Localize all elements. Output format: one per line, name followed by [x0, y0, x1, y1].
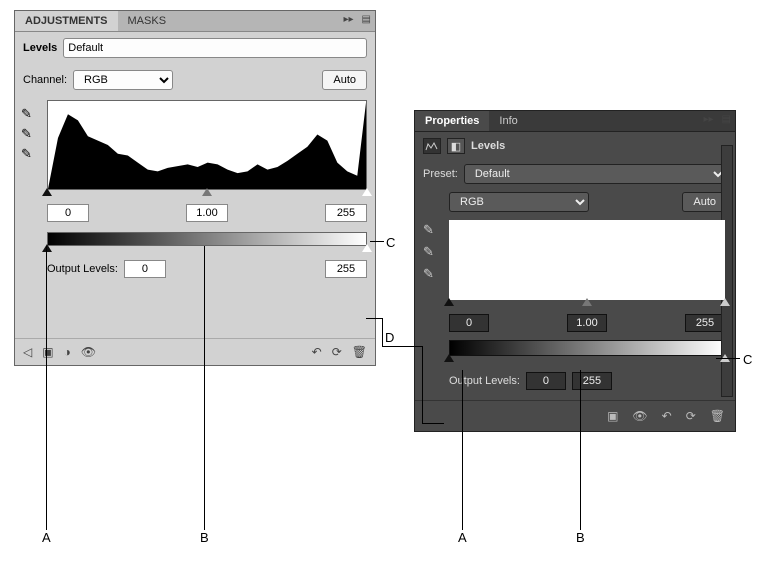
tab-info[interactable]: Info — [489, 111, 527, 131]
annotation-D: D — [385, 330, 394, 345]
annotation-A-b: A — [458, 530, 467, 545]
levels-title: Levels — [23, 42, 57, 54]
input-slider-track[interactable] — [47, 190, 367, 200]
previous-state-icon[interactable]: ↶ — [312, 345, 322, 359]
tab-adjustments[interactable]: ADJUSTMENTS — [15, 11, 118, 31]
preset-select[interactable]: Default — [464, 164, 727, 184]
channel-label: Channel: — [23, 74, 67, 86]
panel-a-footer: ◁ ▣ ◑ 👁 ↶ ⟳ 🗑 — [15, 338, 375, 365]
reset-icon[interactable]: ⟳ — [332, 345, 342, 359]
black-eyedropper-icon[interactable]: ✎ — [21, 106, 32, 122]
adjustments-panel: ADJUSTMENTS MASKS ▸▸ ▤ Levels Default Ch… — [14, 10, 376, 366]
annotation-C-b: C — [743, 352, 752, 367]
visibility-icon[interactable]: 👁 — [632, 409, 647, 423]
reset-icon[interactable]: ⟳ — [686, 409, 696, 423]
preset-select[interactable]: Default — [63, 38, 367, 58]
output-slider-track[interactable] — [47, 246, 367, 256]
channel-select[interactable]: RGB — [449, 192, 589, 212]
eyedropper-column: ✎ ✎ ✎ — [21, 106, 32, 162]
gray-eyedropper-icon[interactable]: ✎ — [423, 244, 434, 260]
output-slider-track[interactable] — [449, 356, 725, 366]
output-black-slider[interactable] — [444, 354, 454, 362]
output-white-value[interactable] — [572, 372, 612, 390]
channel-select[interactable]: RGB — [73, 70, 173, 90]
panel-menu-icon[interactable]: ▤ — [718, 111, 735, 131]
output-black-value[interactable] — [124, 260, 166, 278]
levels-icon — [423, 138, 441, 154]
eyedropper-column: ✎ ✎ ✎ — [423, 222, 434, 282]
new-adjustment-icon[interactable]: ▣ — [42, 345, 53, 359]
back-icon[interactable]: ◁ — [23, 345, 32, 359]
annotation-A-a: A — [42, 530, 51, 545]
midtone-input-value[interactable] — [186, 204, 228, 222]
histogram — [449, 220, 725, 300]
white-eyedropper-icon[interactable]: ✎ — [21, 146, 32, 162]
white-eyedropper-icon[interactable]: ✎ — [423, 266, 434, 282]
delete-icon[interactable]: 🗑 — [710, 409, 725, 423]
auto-button[interactable]: Auto — [322, 70, 367, 90]
output-gradient — [449, 340, 725, 356]
input-slider-track[interactable] — [449, 300, 725, 310]
midtone-input-slider[interactable] — [202, 188, 212, 196]
midtone-input-slider[interactable] — [582, 298, 592, 306]
output-levels-label: Output Levels: — [449, 375, 520, 387]
highlight-input-value[interactable] — [325, 204, 367, 222]
panel-b-tabs: Properties Info ▸▸ ▤ — [415, 111, 735, 132]
tab-masks[interactable]: MASKS — [118, 11, 177, 31]
highlight-input-slider[interactable] — [362, 188, 372, 196]
output-white-slider[interactable] — [362, 244, 372, 252]
shadow-input-slider[interactable] — [444, 298, 454, 306]
tab-properties[interactable]: Properties — [415, 111, 489, 131]
annotation-C-a: C — [386, 235, 395, 250]
collapse-icon[interactable]: ▸▸ — [340, 11, 358, 31]
visibility-icon[interactable]: 👁 — [81, 345, 96, 359]
shadow-input-value[interactable] — [47, 204, 89, 222]
preset-label: Preset: — [423, 168, 458, 180]
panel-menu-icon[interactable]: ▤ — [358, 11, 375, 31]
panel-b-footer: ▣ 👁 ↶ ⟳ 🗑 — [415, 400, 735, 431]
shadow-input-value[interactable] — [449, 314, 489, 332]
previous-state-icon[interactable]: ↶ — [662, 409, 672, 423]
output-white-value[interactable] — [325, 260, 367, 278]
output-black-slider[interactable] — [42, 244, 52, 252]
shadow-input-slider[interactable] — [42, 188, 52, 196]
annotation-B-b: B — [576, 530, 585, 545]
mask-icon[interactable]: ◧ — [447, 138, 465, 154]
gray-eyedropper-icon[interactable]: ✎ — [21, 126, 32, 142]
midtone-input-value[interactable] — [567, 314, 607, 332]
clip-icon[interactable]: ▣ — [607, 409, 618, 423]
output-black-value[interactable] — [526, 372, 566, 390]
histogram — [47, 100, 367, 190]
output-gradient — [47, 232, 367, 246]
panel-a-tabs: ADJUSTMENTS MASKS ▸▸ ▤ — [15, 11, 375, 32]
highlight-input-value[interactable] — [685, 314, 725, 332]
collapse-icon[interactable]: ▸▸ — [700, 111, 718, 131]
black-eyedropper-icon[interactable]: ✎ — [423, 222, 434, 238]
highlight-input-slider[interactable] — [720, 298, 730, 306]
levels-title: Levels — [471, 140, 505, 152]
output-levels-label: Output Levels: — [47, 263, 118, 275]
clip-icon[interactable]: ◑ — [64, 345, 71, 359]
delete-icon[interactable]: 🗑 — [352, 345, 367, 359]
annotation-B-a: B — [200, 530, 209, 545]
